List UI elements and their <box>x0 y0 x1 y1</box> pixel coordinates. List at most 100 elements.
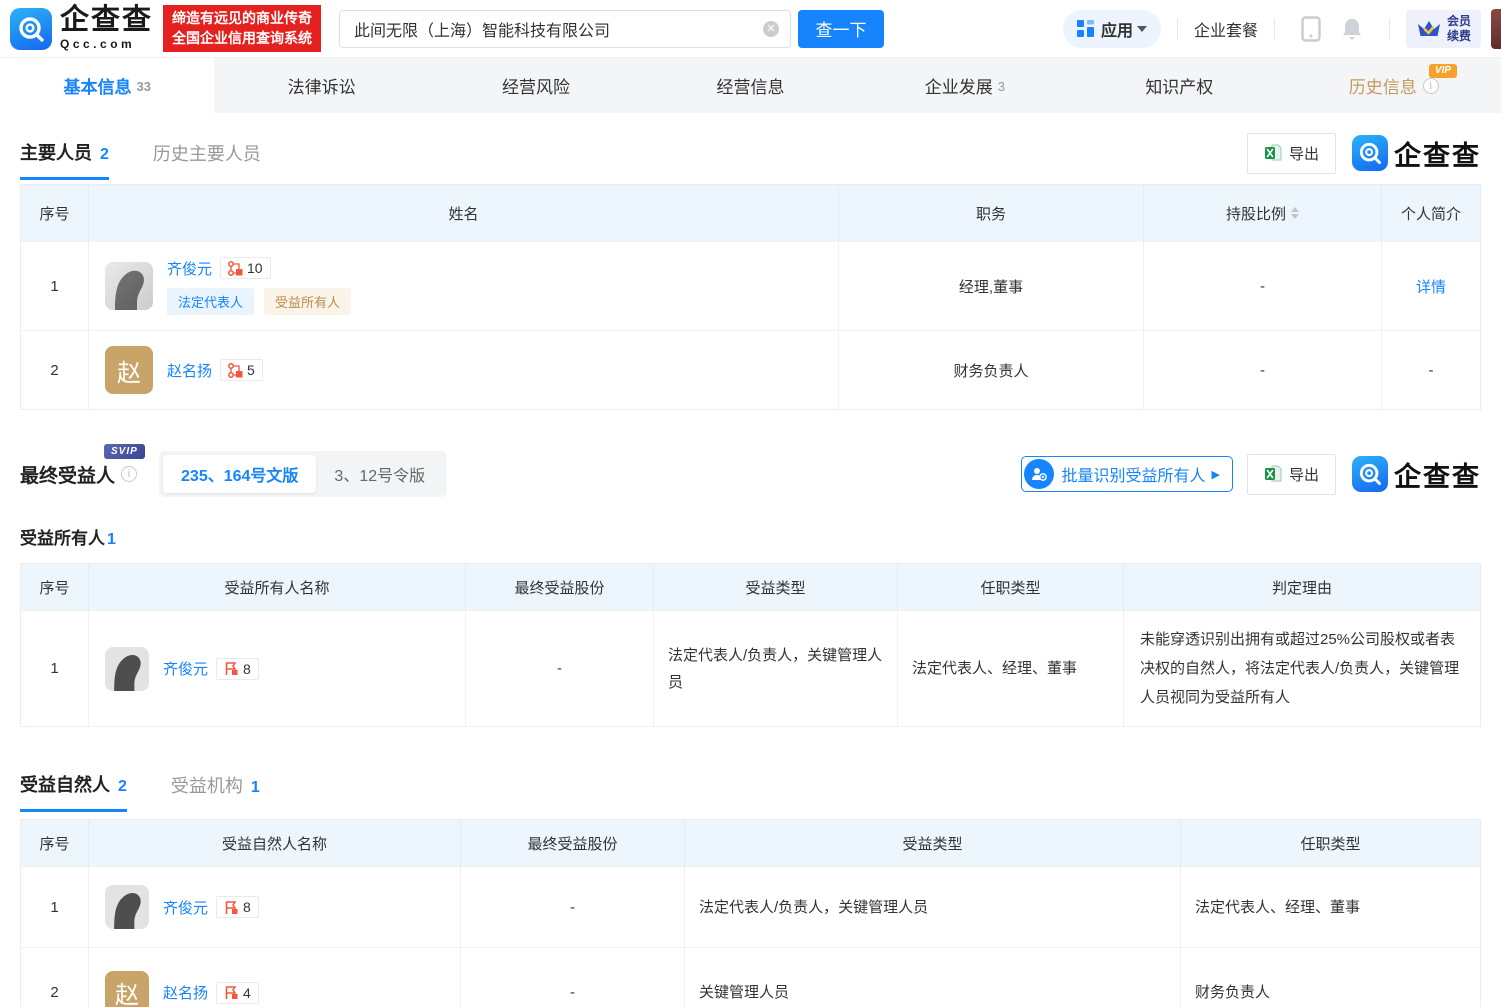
brand-name: 企查查 <box>60 6 153 35</box>
col-share-ratio[interactable]: 持股比例 <box>1144 185 1382 241</box>
qcc-logo[interactable]: 企查查 Qcc.com <box>10 6 153 51</box>
related-companies-badge[interactable]: 8 <box>216 896 259 918</box>
vip-badge: VIP <box>1429 64 1457 78</box>
tab-company-development[interactable]: 企业发展3 <box>858 58 1072 113</box>
col-position: 职务 <box>839 185 1144 241</box>
tab-basic-info[interactable]: 基本信息33 <box>0 58 214 113</box>
position-type-value: 财务负责人 <box>1181 947 1480 1007</box>
related-count: 4 <box>243 985 251 1001</box>
sort-icon[interactable] <box>1291 207 1299 219</box>
apps-dropdown[interactable]: 应用 <box>1063 10 1161 48</box>
col-index: 序号 <box>21 185 89 241</box>
position-type-value: 法定代表人、经理、董事 <box>1181 866 1480 947</box>
tab-history-info[interactable]: VIP 历史信息 i <box>1287 58 1501 113</box>
legal-rep-tag: 法定代表人 <box>167 288 254 315</box>
person-name-link[interactable]: 赵名扬 <box>163 982 208 1003</box>
natural-person-header: 受益自然人 2 受益机构 1 <box>20 765 1481 805</box>
person-cell: 齐俊元 8 <box>89 610 466 726</box>
export-button[interactable]: 导出 <box>1247 454 1336 495</box>
related-companies-badge[interactable]: 10 <box>220 257 271 279</box>
person-name-link[interactable]: 齐俊元 <box>163 897 208 918</box>
position-value: 财务负责人 <box>839 330 1144 409</box>
profile-detail-link[interactable]: 详情 <box>1416 276 1446 297</box>
tab-operation-info[interactable]: 经营信息 <box>643 58 857 113</box>
person-photo-avatar[interactable] <box>105 262 153 310</box>
person-name-link[interactable]: 齐俊元 <box>167 258 212 279</box>
notification-bell-icon[interactable] <box>1341 17 1363 41</box>
related-companies-badge[interactable]: 5 <box>220 359 263 381</box>
row-index: 2 <box>21 330 89 409</box>
excel-icon <box>1264 144 1282 162</box>
info-icon[interactable]: i <box>121 466 137 482</box>
table-row: 2 赵 赵名扬 5 财务负 <box>21 330 1480 409</box>
company-nav-tabs: 基本信息33 法律诉讼 经营风险 经营信息 企业发展3 知识产权 VIP 历史信… <box>0 57 1501 113</box>
col-index: 序号 <box>21 820 89 866</box>
col-benefit-type: 受益类型 <box>654 564 898 610</box>
shares-value: - <box>461 866 685 947</box>
svip-badge: SVIP <box>104 444 145 459</box>
beneficial-owner-subtitle: 受益所有人 1 <box>20 524 1481 549</box>
position-type-value: 法定代表人、经理、董事 <box>898 610 1124 726</box>
tab-legal-litigation[interactable]: 法律诉讼 <box>214 58 428 113</box>
export-button[interactable]: 导出 <box>1247 133 1336 174</box>
table-header-row: 序号 受益自然人名称 最终受益股份 受益类型 任职类型 <box>21 820 1480 866</box>
person-info: 齐俊元 10 法定代表人 受益所有人 <box>167 257 361 315</box>
beneficiary-tools: 批量识别受益所有人 ▶ 导出 企查查 <box>1021 454 1482 495</box>
mobile-app-icon[interactable] <box>1301 16 1321 42</box>
person-letter-avatar[interactable]: 赵 <box>105 346 153 394</box>
tab-operation-risk[interactable]: 经营风险 <box>429 58 643 113</box>
tab-history-personnel[interactable]: 历史主要人员 <box>153 140 261 178</box>
toggle-3-12[interactable]: 3、12号令版 <box>316 455 443 493</box>
company-flag-icon <box>224 661 239 676</box>
col-name: 姓名 <box>89 185 839 241</box>
tab-natural-persons[interactable]: 受益自然人 2 <box>20 771 127 812</box>
toggle-235-164[interactable]: 235、164号文版 <box>163 455 316 493</box>
company-flag-icon <box>224 985 239 1000</box>
info-icon[interactable]: i <box>1423 78 1439 94</box>
site-header: 企查查 Qcc.com 缔造有远见的商业传奇 全国企业信用查询系统 ✕ 查一下 … <box>0 0 1501 57</box>
benefit-type-value: 法定代表人/负责人，关键管理人员 <box>654 610 898 726</box>
main-content: 主要人员 2 历史主要人员 导出 企查查 <box>0 130 1501 1007</box>
col-judgment-reason: 判定理由 <box>1124 564 1480 610</box>
person-letter-avatar[interactable]: 赵 <box>105 971 149 1007</box>
tab-main-personnel[interactable]: 主要人员 2 <box>20 139 109 180</box>
enterprise-package-link[interactable]: 企业套餐 <box>1194 17 1258 41</box>
person-name-link[interactable]: 齐俊元 <box>163 658 208 679</box>
related-companies-badge[interactable]: 4 <box>216 982 259 1004</box>
clear-search-icon[interactable]: ✕ <box>763 21 779 37</box>
tab-beneficiary-org[interactable]: 受益机构 1 <box>171 772 260 810</box>
qcc-watermark-text: 企查查 <box>1394 455 1481 494</box>
person-cell: 赵 赵名扬 5 <box>89 330 839 409</box>
person-name-link[interactable]: 赵名扬 <box>167 360 212 381</box>
shares-value: - <box>466 610 654 726</box>
slogan-line2: 全国企业信用查询系统 <box>172 29 312 49</box>
col-benefit-type: 受益类型 <box>685 820 1181 866</box>
beneficiary-title-wrap: SVIP 最终受益人 i <box>20 461 137 488</box>
judgment-reason-value: 未能穿透识别出拥有或超过25%公司股权或者表决权的自然人，将法定代表人/负责人，… <box>1124 610 1480 726</box>
related-count: 8 <box>243 661 251 677</box>
qcc-watermark-icon <box>1352 135 1388 171</box>
divider <box>1177 18 1178 40</box>
search-input[interactable] <box>339 10 791 48</box>
member-renew-button[interactable]: 会员 续费 <box>1406 10 1481 48</box>
related-count: 5 <box>247 362 255 378</box>
search-button[interactable]: 查一下 <box>798 10 884 48</box>
person-photo-avatar[interactable] <box>105 647 149 691</box>
col-final-shares: 最终受益股份 <box>466 564 654 610</box>
batch-identify-button[interactable]: 批量识别受益所有人 ▶ <box>1021 456 1233 492</box>
person-photo-avatar[interactable] <box>105 885 149 929</box>
natural-person-table: 序号 受益自然人名称 最终受益股份 受益类型 任职类型 1 <box>20 819 1481 1007</box>
col-natural-name: 受益自然人名称 <box>89 820 461 866</box>
tab-intellectual-property[interactable]: 知识产权 <box>1072 58 1286 113</box>
beneficial-owner-tag: 受益所有人 <box>264 288 351 315</box>
org-chart-icon <box>228 261 243 276</box>
apps-label: 应用 <box>1101 17 1133 41</box>
qcc-watermark-icon <box>1352 456 1388 492</box>
excel-icon <box>1264 465 1282 483</box>
user-avatar[interactable] <box>1491 9 1501 49</box>
person-cell: 齐俊元 8 <box>89 866 461 947</box>
related-companies-badge[interactable]: 8 <box>216 658 259 680</box>
main-personnel-tools: 导出 企查查 <box>1247 133 1481 174</box>
col-position-type: 任职类型 <box>1181 820 1480 866</box>
company-flag-icon <box>224 900 239 915</box>
